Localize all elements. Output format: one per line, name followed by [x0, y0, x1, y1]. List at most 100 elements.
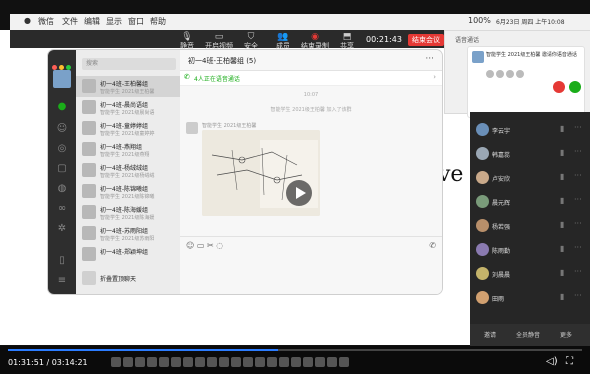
security-button[interactable]: ⛉ 安全 [234, 32, 268, 50]
app-icon[interactable] [135, 357, 145, 367]
conversation-item[interactable]: 初一4班-陈海媛组 智能学生 2021级陈海媛 [76, 202, 180, 223]
app-icon[interactable] [159, 357, 169, 367]
conversation-item[interactable]: 初一4班-郑颖坤组 [76, 244, 180, 265]
participant-avatar [476, 195, 489, 208]
menu-item-0[interactable]: 微信 [38, 16, 54, 27]
mute-button[interactable]: 🎙 静音 [170, 32, 204, 50]
app-icon[interactable] [195, 357, 205, 367]
share-button[interactable]: ⬒ 共享 [330, 32, 364, 50]
call-participants [486, 63, 532, 78]
menu-item-1[interactable]: 文件 [62, 16, 78, 27]
participant-avatar [476, 291, 489, 304]
more-icon[interactable]: ··· [574, 291, 582, 300]
mic-muted-icon: ▮ [560, 148, 565, 157]
folder-icon[interactable]: ▭ [197, 241, 205, 250]
more-options-icon[interactable]: ··· [425, 54, 434, 64]
more-icon[interactable]: ··· [574, 267, 582, 276]
menu-item-5[interactable]: 帮助 [150, 16, 166, 27]
more-icon[interactable]: ··· [574, 171, 582, 180]
fullscreen-icon[interactable]: ⛶ [566, 356, 573, 367]
sender-avatar[interactable] [186, 122, 198, 134]
conversation-list: 搜索 初一4班-王柏馨组 智能学生 2021级王柏馨 初一4班-晨尚语组 智能学… [76, 50, 181, 294]
voice-call-notice[interactable]: ✆ 4人正在语音通话 › [180, 71, 442, 86]
scissors-icon[interactable]: ✂ [207, 241, 214, 250]
record-button[interactable]: ◉ 结束录制 [298, 32, 332, 50]
chat-icon[interactable]: ● [55, 100, 69, 114]
group-avatar [82, 163, 96, 177]
app-icon[interactable] [147, 357, 157, 367]
collapsed-pinned-chats[interactable]: 折叠置顶聊天 [76, 268, 180, 289]
invite-button[interactable]: 邀请 [484, 330, 496, 339]
more-button[interactable]: 更多 [560, 330, 572, 339]
video-button[interactable]: ▭ 开启视频 [202, 32, 236, 50]
participant-row[interactable]: 田雨 ▮ ··· [470, 288, 590, 308]
progress-fill [8, 349, 278, 351]
app-icon[interactable] [207, 357, 217, 367]
conversation-item[interactable]: 初一4班-晨尚语组 智能学生 2021级晨尚语 [76, 97, 180, 118]
more-icon[interactable]: ··· [574, 243, 582, 252]
app-icon[interactable] [123, 357, 133, 367]
participant-row[interactable]: 韩嘉蕊 ▮ ··· [470, 144, 590, 164]
menu-item-4[interactable]: 窗口 [128, 16, 144, 27]
more-icon[interactable]: ··· [574, 219, 582, 228]
files-icon[interactable]: ▢ [55, 162, 69, 176]
participant-row[interactable]: 李云宇 ▮ ··· [470, 120, 590, 140]
group-avatar [82, 247, 96, 261]
conversation-item[interactable]: 初一4班-陈锦曦组 智能学生 2021级陈锦曦 [76, 181, 180, 202]
app-icon[interactable] [183, 357, 193, 367]
phone-icon[interactable]: ▯ [55, 254, 69, 268]
moments-icon[interactable]: ◍ [55, 182, 69, 196]
group-avatar [82, 205, 96, 219]
app-icon[interactable] [267, 357, 277, 367]
app-icon[interactable] [291, 357, 301, 367]
more-icon[interactable]: ··· [574, 195, 582, 204]
app-icon[interactable] [111, 357, 121, 367]
conversation-item[interactable]: 初一4班-王柏馨组 智能学生 2021级王柏馨 [76, 76, 180, 97]
mic-muted-icon: ▮ [560, 124, 565, 133]
app-icon[interactable] [315, 357, 325, 367]
app-icon[interactable] [327, 357, 337, 367]
voice-call-icon[interactable]: ✆ [429, 241, 436, 250]
channels-icon[interactable]: ∞ [55, 202, 69, 216]
participant-row[interactable]: 刘晨晨 ▮ ··· [470, 264, 590, 284]
settings-icon[interactable]: ≡ [55, 274, 69, 288]
mute-all-button[interactable]: 全员静音 [516, 330, 540, 339]
more-icon[interactable]: ··· [574, 123, 582, 132]
app-icon[interactable] [219, 357, 229, 367]
menu-item-2[interactable]: 编辑 [84, 16, 100, 27]
contacts-icon[interactable]: ☺ [55, 122, 69, 136]
app-icon[interactable] [243, 357, 253, 367]
play-icon[interactable] [286, 180, 312, 206]
volume-icon[interactable]: ◁) [546, 356, 558, 367]
chat-bubble-icon[interactable]: ◌ [216, 241, 223, 250]
apple-icon[interactable]: ● [24, 16, 31, 25]
user-avatar[interactable] [53, 70, 71, 88]
dock-icons [110, 354, 520, 370]
menu-item-3[interactable]: 显示 [106, 16, 122, 27]
message-input-area[interactable]: ☺ ▭ ✂ ◌ ✆ [180, 236, 442, 294]
participant-row[interactable]: 杨若强 ▮ ··· [470, 216, 590, 236]
favorites-icon[interactable]: ◎ [55, 142, 69, 156]
conversation-item[interactable]: 初一4班-杨绒绒组 智能学生 2021级杨绒绒 [76, 160, 180, 181]
caller-avatar [472, 51, 484, 63]
app-icon[interactable] [303, 357, 313, 367]
app-icon[interactable] [231, 357, 241, 367]
video-message[interactable] [202, 130, 320, 216]
app-icon[interactable] [339, 357, 349, 367]
app-icon[interactable] [255, 357, 265, 367]
conversation-item[interactable]: 初一4班-童婷婷组 智能学生 2021级童婷婷 [76, 118, 180, 139]
emoji-icon[interactable]: ☺ [186, 241, 194, 250]
participant-row[interactable]: 陈雨勤 ▮ ··· [470, 240, 590, 260]
leave-meeting-button[interactable]: 结束会议 [408, 34, 444, 46]
more-icon[interactable]: ··· [574, 147, 582, 156]
decline-call-button[interactable] [553, 81, 565, 93]
accept-call-button[interactable] [569, 81, 581, 93]
app-icon[interactable] [171, 357, 181, 367]
participant-row[interactable]: 卢安欣 ▮ ··· [470, 168, 590, 188]
app-icon[interactable] [279, 357, 289, 367]
conversation-item[interactable]: 初一4班-苏雨阳组 智能学生 2021级苏雨阳 [76, 223, 180, 244]
mini-program-icon[interactable]: ✲ [55, 222, 69, 236]
conversation-item[interactable]: 初一4班-燕翔组 智能学生 2021级燕翔 [76, 139, 180, 160]
search-input[interactable]: 搜索 [82, 58, 176, 70]
participant-row[interactable]: 晨元辉 ▮ ··· [470, 192, 590, 212]
